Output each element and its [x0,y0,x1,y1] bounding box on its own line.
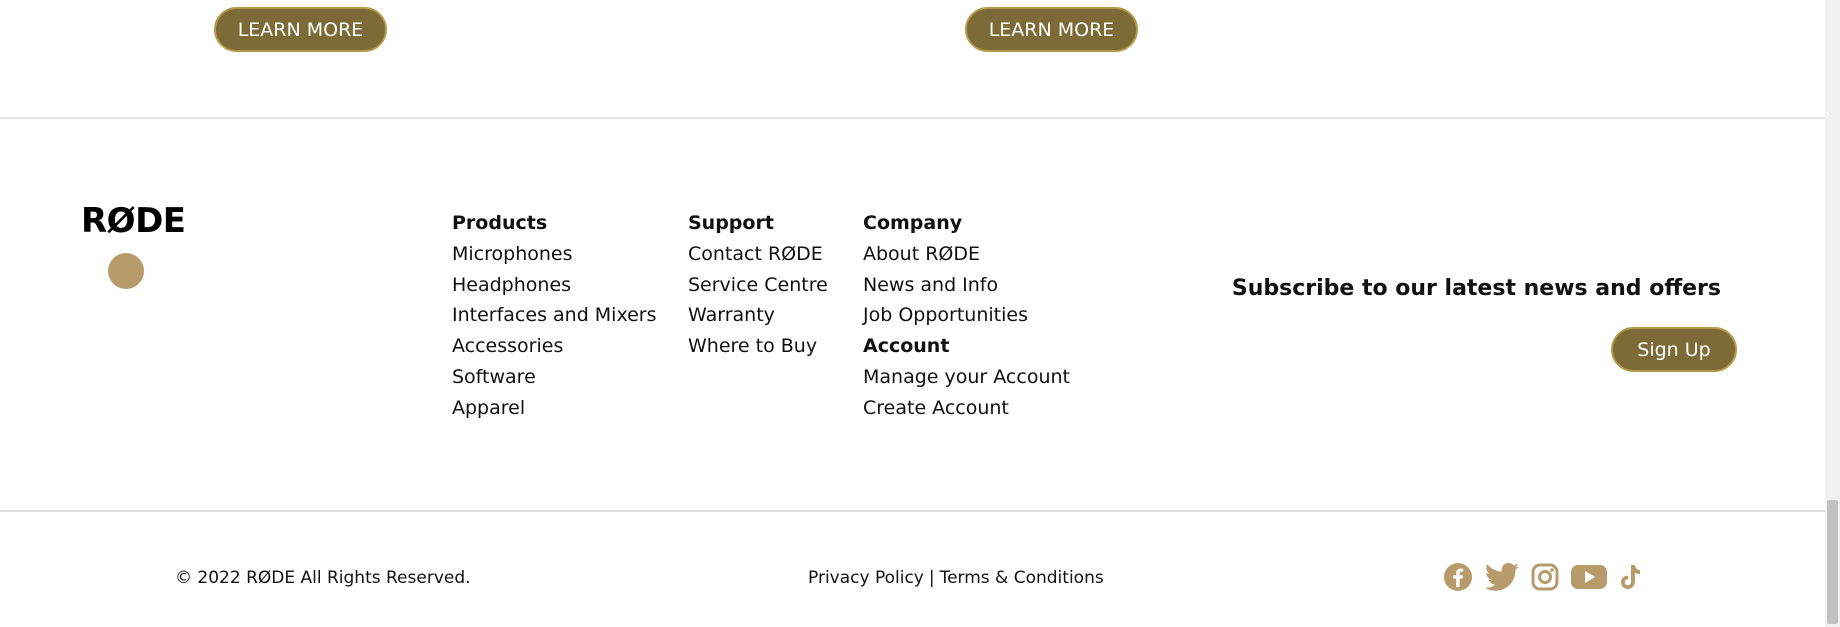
page: LEARN MORE LEARN MORE RØDE Products Micr… [0,0,1825,627]
footer-column-support: Support Contact RØDE Service Centre Warr… [688,208,828,362]
footer-link-contact[interactable]: Contact RØDE [688,239,828,270]
copyright-text: © 2022 RØDE All Rights Reserved. [175,568,471,588]
subscribe-heading: Subscribe to our latest news and offers [1231,276,1721,301]
footer-divider [0,117,1825,119]
tiktok-icon[interactable] [1619,563,1641,591]
youtube-icon[interactable] [1570,563,1608,591]
learn-more-button[interactable]: LEARN MORE [965,7,1138,52]
terms-link[interactable]: Terms & Conditions [940,568,1104,588]
scrollbar-thumb[interactable] [1827,500,1838,624]
facebook-icon[interactable] [1443,562,1473,592]
sign-up-button[interactable]: Sign Up [1611,327,1737,372]
footer-link-service-centre[interactable]: Service Centre [688,270,828,301]
footer-link-headphones[interactable]: Headphones [452,270,657,301]
twitter-icon[interactable] [1484,562,1520,592]
column-heading-company: Company [863,212,963,234]
column-heading-account: Account [863,335,950,358]
page-scrollbar[interactable] [1825,0,1840,627]
legal-separator: | [928,568,935,588]
column-heading-products: Products [452,212,548,234]
footer-link-software[interactable]: Software [452,362,657,393]
logo-dot [108,253,144,289]
instagram-icon[interactable] [1531,563,1559,591]
footer-link-interfaces-and-mixers[interactable]: Interfaces and Mixers [452,300,657,331]
social-links [1443,562,1652,592]
footer-link-job-opportunities[interactable]: Job Opportunities [863,300,1070,331]
footer-link-about[interactable]: About RØDE [863,239,1070,270]
footer-link-manage-account[interactable]: Manage your Account [863,362,1070,393]
footer-link-news-and-info[interactable]: News and Info [863,270,1070,301]
footer-link-apparel[interactable]: Apparel [452,393,657,424]
footer-column-products: Products Microphones Headphones Interfac… [452,208,657,424]
footer-link-warranty[interactable]: Warranty [688,300,828,331]
bottom-divider [0,510,1825,512]
footer-link-where-to-buy[interactable]: Where to Buy [688,331,828,362]
learn-more-button[interactable]: LEARN MORE [214,7,387,52]
footer-link-microphones[interactable]: Microphones [452,239,657,270]
column-heading-support: Support [688,212,774,234]
legal-links: Privacy Policy | Terms & Conditions [808,566,1104,590]
footer-column-company: Company About RØDE News and Info Job Opp… [863,208,1070,424]
rode-logo[interactable]: RØDE [81,201,186,241]
footer-link-accessories[interactable]: Accessories [452,331,657,362]
privacy-policy-link[interactable]: Privacy Policy [808,568,924,588]
footer-link-create-account[interactable]: Create Account [863,393,1070,424]
